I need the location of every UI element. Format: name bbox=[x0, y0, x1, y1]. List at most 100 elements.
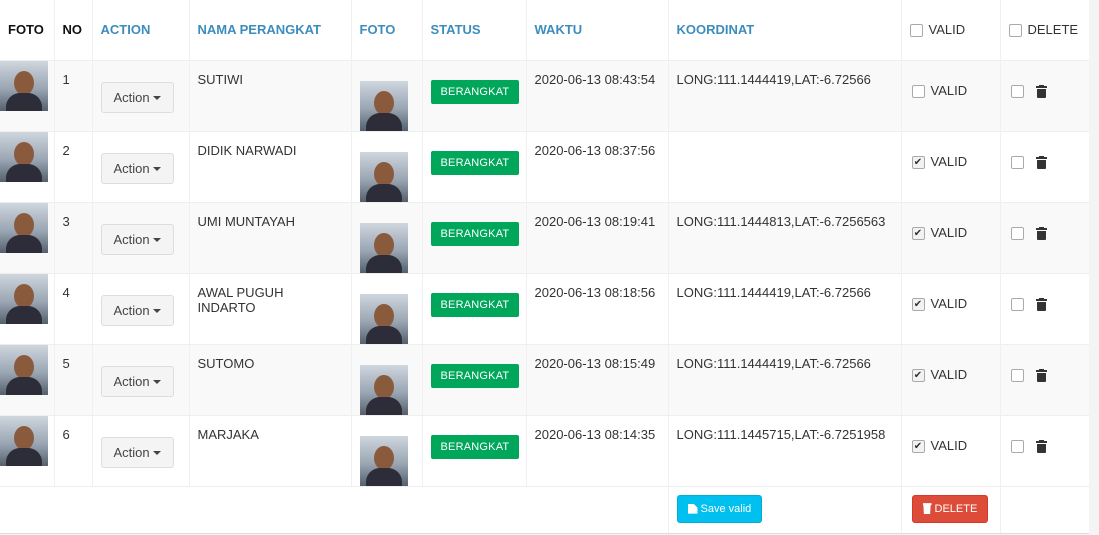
action-dropdown-button[interactable]: Action bbox=[100, 436, 174, 468]
attendance-photo[interactable] bbox=[359, 80, 408, 131]
action-label: Action bbox=[113, 373, 150, 389]
delete-checkbox[interactable] bbox=[1010, 439, 1024, 453]
attendance-photo[interactable] bbox=[359, 364, 408, 415]
header-koordinat[interactable]: KOORDINAT bbox=[668, 0, 902, 60]
delete-checkbox[interactable] bbox=[1010, 155, 1024, 169]
header-status[interactable]: STATUS bbox=[422, 0, 527, 60]
waktu: 2020-06-13 08:18:56 bbox=[526, 273, 669, 344]
attendance-photo[interactable] bbox=[359, 222, 408, 273]
footer-save-cell: Save valid bbox=[668, 486, 902, 533]
trash-icon[interactable] bbox=[1035, 368, 1047, 382]
delete-checkbox[interactable] bbox=[1010, 368, 1024, 382]
header-action[interactable]: ACTION bbox=[92, 0, 190, 60]
device-name: SUTIWI bbox=[189, 60, 352, 131]
page-scrollbar[interactable] bbox=[1089, 0, 1099, 535]
attendance-panel: FOTO NO ACTION NAMA PERANGKAT FOTO STATU… bbox=[0, 0, 1089, 534]
delete-checkbox[interactable] bbox=[1010, 226, 1024, 240]
koordinat: LONG:111.1444419,LAT:-6.72566 bbox=[668, 60, 902, 131]
action-cell: Action bbox=[92, 131, 190, 202]
status-badge: BERANGKAT bbox=[430, 292, 520, 317]
valid-cell: ✔ VALID bbox=[901, 273, 1001, 344]
action-dropdown-button[interactable]: Action bbox=[100, 294, 174, 326]
valid-checkbox[interactable]: ✔ bbox=[911, 226, 925, 240]
delete-checkbox[interactable] bbox=[1010, 297, 1024, 311]
status-cell: BERANGKAT bbox=[422, 60, 527, 131]
delete-selected-button[interactable]: DELETE bbox=[911, 494, 989, 523]
row-number: 2 bbox=[54, 131, 93, 202]
foto-cell bbox=[0, 60, 55, 131]
foto-attendance-cell bbox=[351, 273, 423, 344]
status-cell: BERANGKAT bbox=[422, 131, 527, 202]
table-row: 4 Action AWAL PUGUH INDARTO BERANGKAT 20… bbox=[0, 273, 1089, 344]
valid-checkbox[interactable] bbox=[911, 84, 925, 98]
valid-label: VALID bbox=[930, 224, 968, 240]
foto-attendance-cell bbox=[351, 60, 423, 131]
profile-photo[interactable] bbox=[0, 131, 48, 182]
attendance-photo[interactable] bbox=[359, 435, 408, 486]
header-foto-2[interactable]: FOTO bbox=[351, 0, 423, 60]
header-delete-label: DELETE bbox=[1027, 22, 1079, 37]
caret-down-icon bbox=[152, 96, 161, 101]
header-nama-perangkat[interactable]: NAMA PERANGKAT bbox=[189, 0, 352, 60]
action-dropdown-button[interactable]: Action bbox=[100, 365, 174, 397]
foto-cell bbox=[0, 415, 55, 486]
foto-cell bbox=[0, 131, 55, 202]
delete-cell bbox=[1000, 60, 1089, 131]
table-footer-row: Save valid DELETE bbox=[0, 486, 1089, 533]
delete-cell bbox=[1000, 131, 1089, 202]
attendance-photo[interactable] bbox=[359, 293, 408, 344]
caret-down-icon bbox=[152, 380, 161, 385]
valid-checkbox[interactable]: ✔ bbox=[911, 155, 925, 169]
delete-selected-label: DELETE bbox=[934, 502, 978, 515]
profile-photo[interactable] bbox=[0, 273, 48, 324]
valid-cell: ✔ VALID bbox=[901, 131, 1001, 202]
valid-label: VALID bbox=[930, 82, 968, 98]
attendance-photo[interactable] bbox=[359, 151, 408, 202]
delete-checkbox[interactable] bbox=[1010, 84, 1024, 98]
action-cell: Action bbox=[92, 344, 190, 415]
profile-photo[interactable] bbox=[0, 202, 48, 253]
profile-photo[interactable] bbox=[0, 60, 48, 111]
row-number: 1 bbox=[54, 60, 93, 131]
action-dropdown-button[interactable]: Action bbox=[100, 81, 174, 113]
valid-label: VALID bbox=[930, 366, 968, 382]
profile-photo[interactable] bbox=[0, 415, 48, 466]
action-dropdown-button[interactable]: Action bbox=[100, 223, 174, 255]
delete-cell bbox=[1000, 344, 1089, 415]
header-waktu[interactable]: WAKTU bbox=[526, 0, 669, 60]
header-valid: VALID bbox=[901, 0, 1001, 60]
trash-icon[interactable] bbox=[1035, 439, 1047, 453]
trash-icon[interactable] bbox=[1035, 297, 1047, 311]
row-number: 4 bbox=[54, 273, 93, 344]
action-cell: Action bbox=[92, 415, 190, 486]
valid-checkbox[interactable]: ✔ bbox=[911, 297, 925, 311]
select-all-valid-checkbox[interactable] bbox=[909, 24, 923, 38]
save-valid-button[interactable]: Save valid bbox=[676, 494, 763, 523]
foto-attendance-cell bbox=[351, 131, 423, 202]
valid-checkbox[interactable]: ✔ bbox=[911, 368, 925, 382]
valid-cell: ✔ VALID bbox=[901, 415, 1001, 486]
valid-cell: ✔ VALID bbox=[901, 344, 1001, 415]
row-number: 6 bbox=[54, 415, 93, 486]
trash-icon[interactable] bbox=[1035, 226, 1047, 240]
foto-attendance-cell bbox=[351, 415, 423, 486]
valid-checkbox[interactable]: ✔ bbox=[911, 439, 925, 453]
koordinat bbox=[668, 131, 902, 202]
status-cell: BERANGKAT bbox=[422, 415, 527, 486]
valid-label: VALID bbox=[930, 437, 968, 453]
row-number: 3 bbox=[54, 202, 93, 273]
status-cell: BERANGKAT bbox=[422, 273, 527, 344]
footer-delete-cell: DELETE bbox=[901, 486, 1001, 533]
status-badge: BERANGKAT bbox=[430, 221, 520, 246]
action-label: Action bbox=[113, 89, 150, 105]
profile-photo[interactable] bbox=[0, 344, 48, 395]
save-icon bbox=[687, 503, 698, 514]
status-cell: BERANGKAT bbox=[422, 344, 527, 415]
trash-icon[interactable] bbox=[1035, 84, 1047, 98]
device-name: AWAL PUGUH INDARTO bbox=[189, 273, 352, 344]
action-cell: Action bbox=[92, 202, 190, 273]
select-all-delete-checkbox[interactable] bbox=[1008, 24, 1022, 38]
status-badge: BERANGKAT bbox=[430, 79, 520, 104]
trash-icon[interactable] bbox=[1035, 155, 1047, 169]
action-dropdown-button[interactable]: Action bbox=[100, 152, 174, 184]
